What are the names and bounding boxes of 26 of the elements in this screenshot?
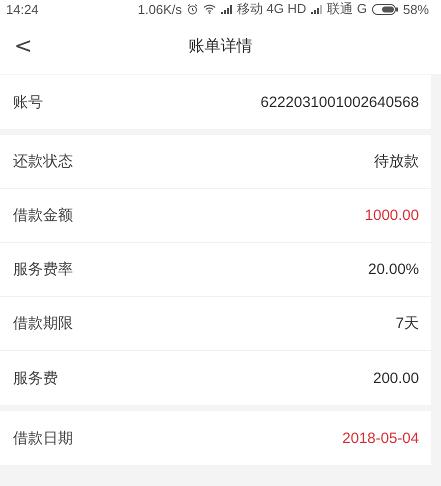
field-label: 服务费率 xyxy=(13,260,73,279)
field-label: 还款状态 xyxy=(13,152,73,171)
field-label: 借款金额 xyxy=(13,206,73,225)
wifi-icon xyxy=(202,4,216,14)
battery-icon xyxy=(372,4,398,14)
network-speed: 1.06K/s xyxy=(138,2,182,16)
alarm-icon xyxy=(186,4,198,14)
field-value: 20.00% xyxy=(368,261,419,278)
signal-icon xyxy=(311,4,322,14)
battery-percent: 58% xyxy=(402,2,429,16)
field-label: 借款期限 xyxy=(13,314,73,333)
carrier-label: 联通 G xyxy=(327,0,367,18)
field-value: 7天 xyxy=(396,314,419,333)
field-value: 6222031001002640568 xyxy=(260,94,419,110)
field-label: 账号 xyxy=(13,92,43,112)
status-time: 14:24 xyxy=(6,2,39,16)
field-value: 200.00 xyxy=(373,370,419,386)
field-label: 借款日期 xyxy=(13,428,73,448)
back-button[interactable]: < xyxy=(10,34,36,58)
signal-icon xyxy=(220,4,232,14)
page-title: 账单详情 xyxy=(188,36,252,56)
carrier-label: 移动 4G HD xyxy=(236,0,306,18)
field-label: 服务费 xyxy=(13,368,58,388)
field-value: 待放款 xyxy=(374,152,419,171)
field-value: 2018-05-04 xyxy=(342,430,419,446)
field-value: 1000.00 xyxy=(364,207,419,224)
